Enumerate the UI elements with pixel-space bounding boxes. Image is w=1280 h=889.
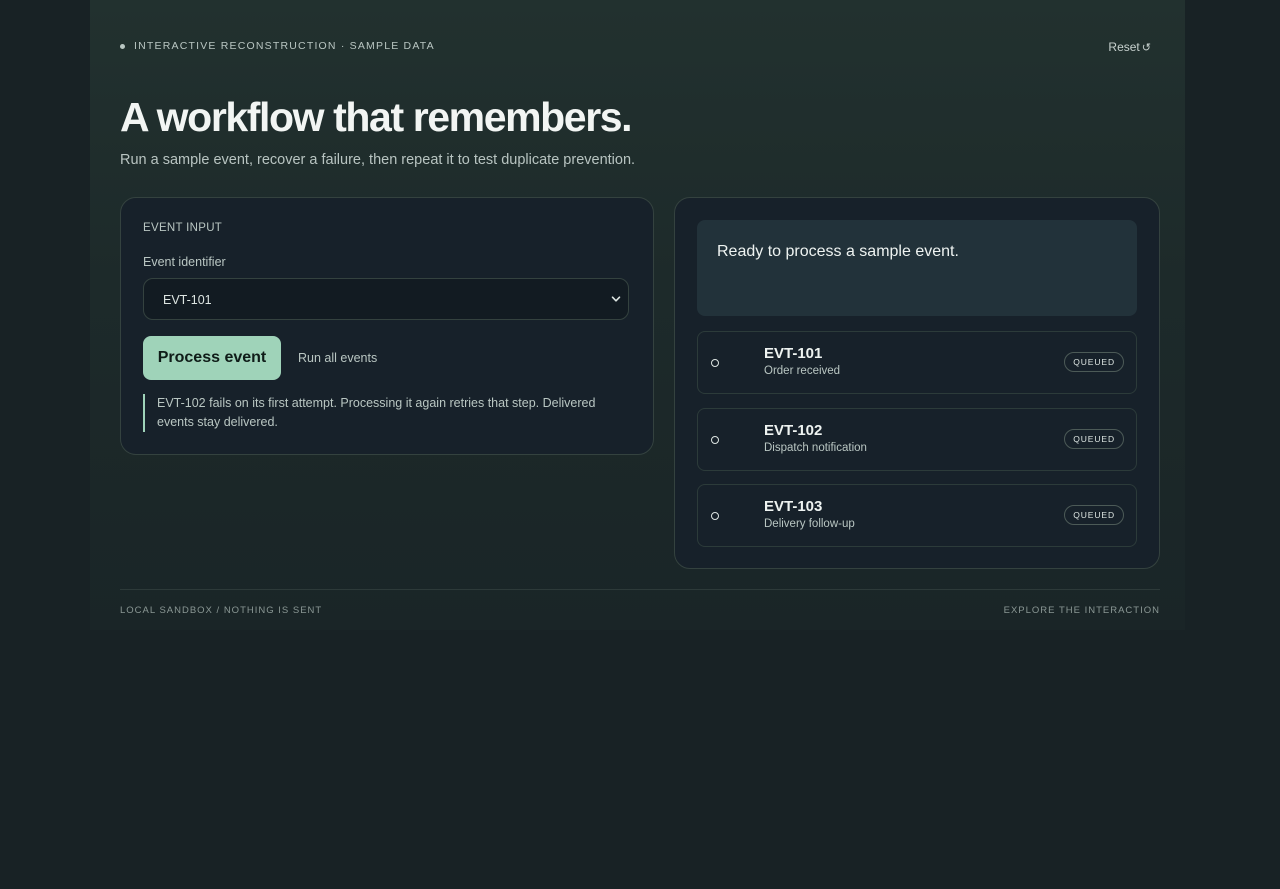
page-subtitle: Run a sample event, recover a failure, t… xyxy=(120,152,636,168)
top-bar: INTERACTIVE RECONSTRUCTION · SAMPLE DATA… xyxy=(120,40,1160,56)
footer-note: LOCAL SANDBOX / NOTHING IS SENT xyxy=(120,605,323,616)
explore-link[interactable]: EXPLORE THE INTERACTION xyxy=(1004,605,1160,616)
reset-icon: ↺ xyxy=(1141,41,1151,54)
status-badge: QUEUED xyxy=(1064,505,1124,525)
event-description: Delivery follow-up xyxy=(764,518,855,530)
page: INTERACTIVE RECONSTRUCTION · SAMPLE DATA… xyxy=(90,0,1185,630)
status-badge: QUEUED xyxy=(1064,352,1124,372)
reset-button[interactable]: Reset ↺ xyxy=(1108,40,1151,54)
event-id: EVT-103 xyxy=(764,498,823,515)
run-all-events-button[interactable]: Run all events xyxy=(298,351,377,365)
event-output-card: Ready to process a sample event. EVT-101… xyxy=(674,197,1160,569)
event-identifier-label: Event identifier xyxy=(143,255,226,269)
status-badge: QUEUED xyxy=(1064,429,1124,449)
status-ring-icon xyxy=(711,436,719,444)
chevron-down-icon xyxy=(611,296,621,302)
reset-label: Reset xyxy=(1108,40,1140,54)
retry-note: EVT-102 fails on its first attempt. Proc… xyxy=(143,394,629,432)
event-input-card: EVENT INPUT Event identifier EVT-101 Pro… xyxy=(120,197,654,455)
event-row: EVT-103 Delivery follow-up QUEUED xyxy=(697,484,1137,547)
event-identifier-select[interactable]: EVT-101 xyxy=(143,278,629,320)
event-description: Order received xyxy=(764,365,841,377)
status-panel: Ready to process a sample event. xyxy=(697,220,1137,316)
status-ring-icon xyxy=(711,359,719,367)
event-row: EVT-101 Order received QUEUED xyxy=(697,331,1137,394)
event-id: EVT-101 xyxy=(764,345,823,362)
page-title: A workflow that remembers. xyxy=(120,94,633,140)
dot-icon xyxy=(120,43,125,49)
section-label: EVENT INPUT xyxy=(143,222,223,234)
eyebrow: INTERACTIVE RECONSTRUCTION · SAMPLE DATA xyxy=(120,40,435,52)
selected-event-value: EVT-101 xyxy=(163,293,212,307)
eyebrow-text: INTERACTIVE RECONSTRUCTION · SAMPLE DATA xyxy=(134,40,435,52)
process-event-button[interactable]: Process event xyxy=(143,336,281,380)
footer-divider xyxy=(120,589,1160,590)
status-message: Ready to process a sample event. xyxy=(717,243,959,260)
event-description: Dispatch notification xyxy=(764,442,867,454)
status-ring-icon xyxy=(711,512,719,520)
event-row: EVT-102 Dispatch notification QUEUED xyxy=(697,408,1137,471)
event-id: EVT-102 xyxy=(764,422,823,439)
